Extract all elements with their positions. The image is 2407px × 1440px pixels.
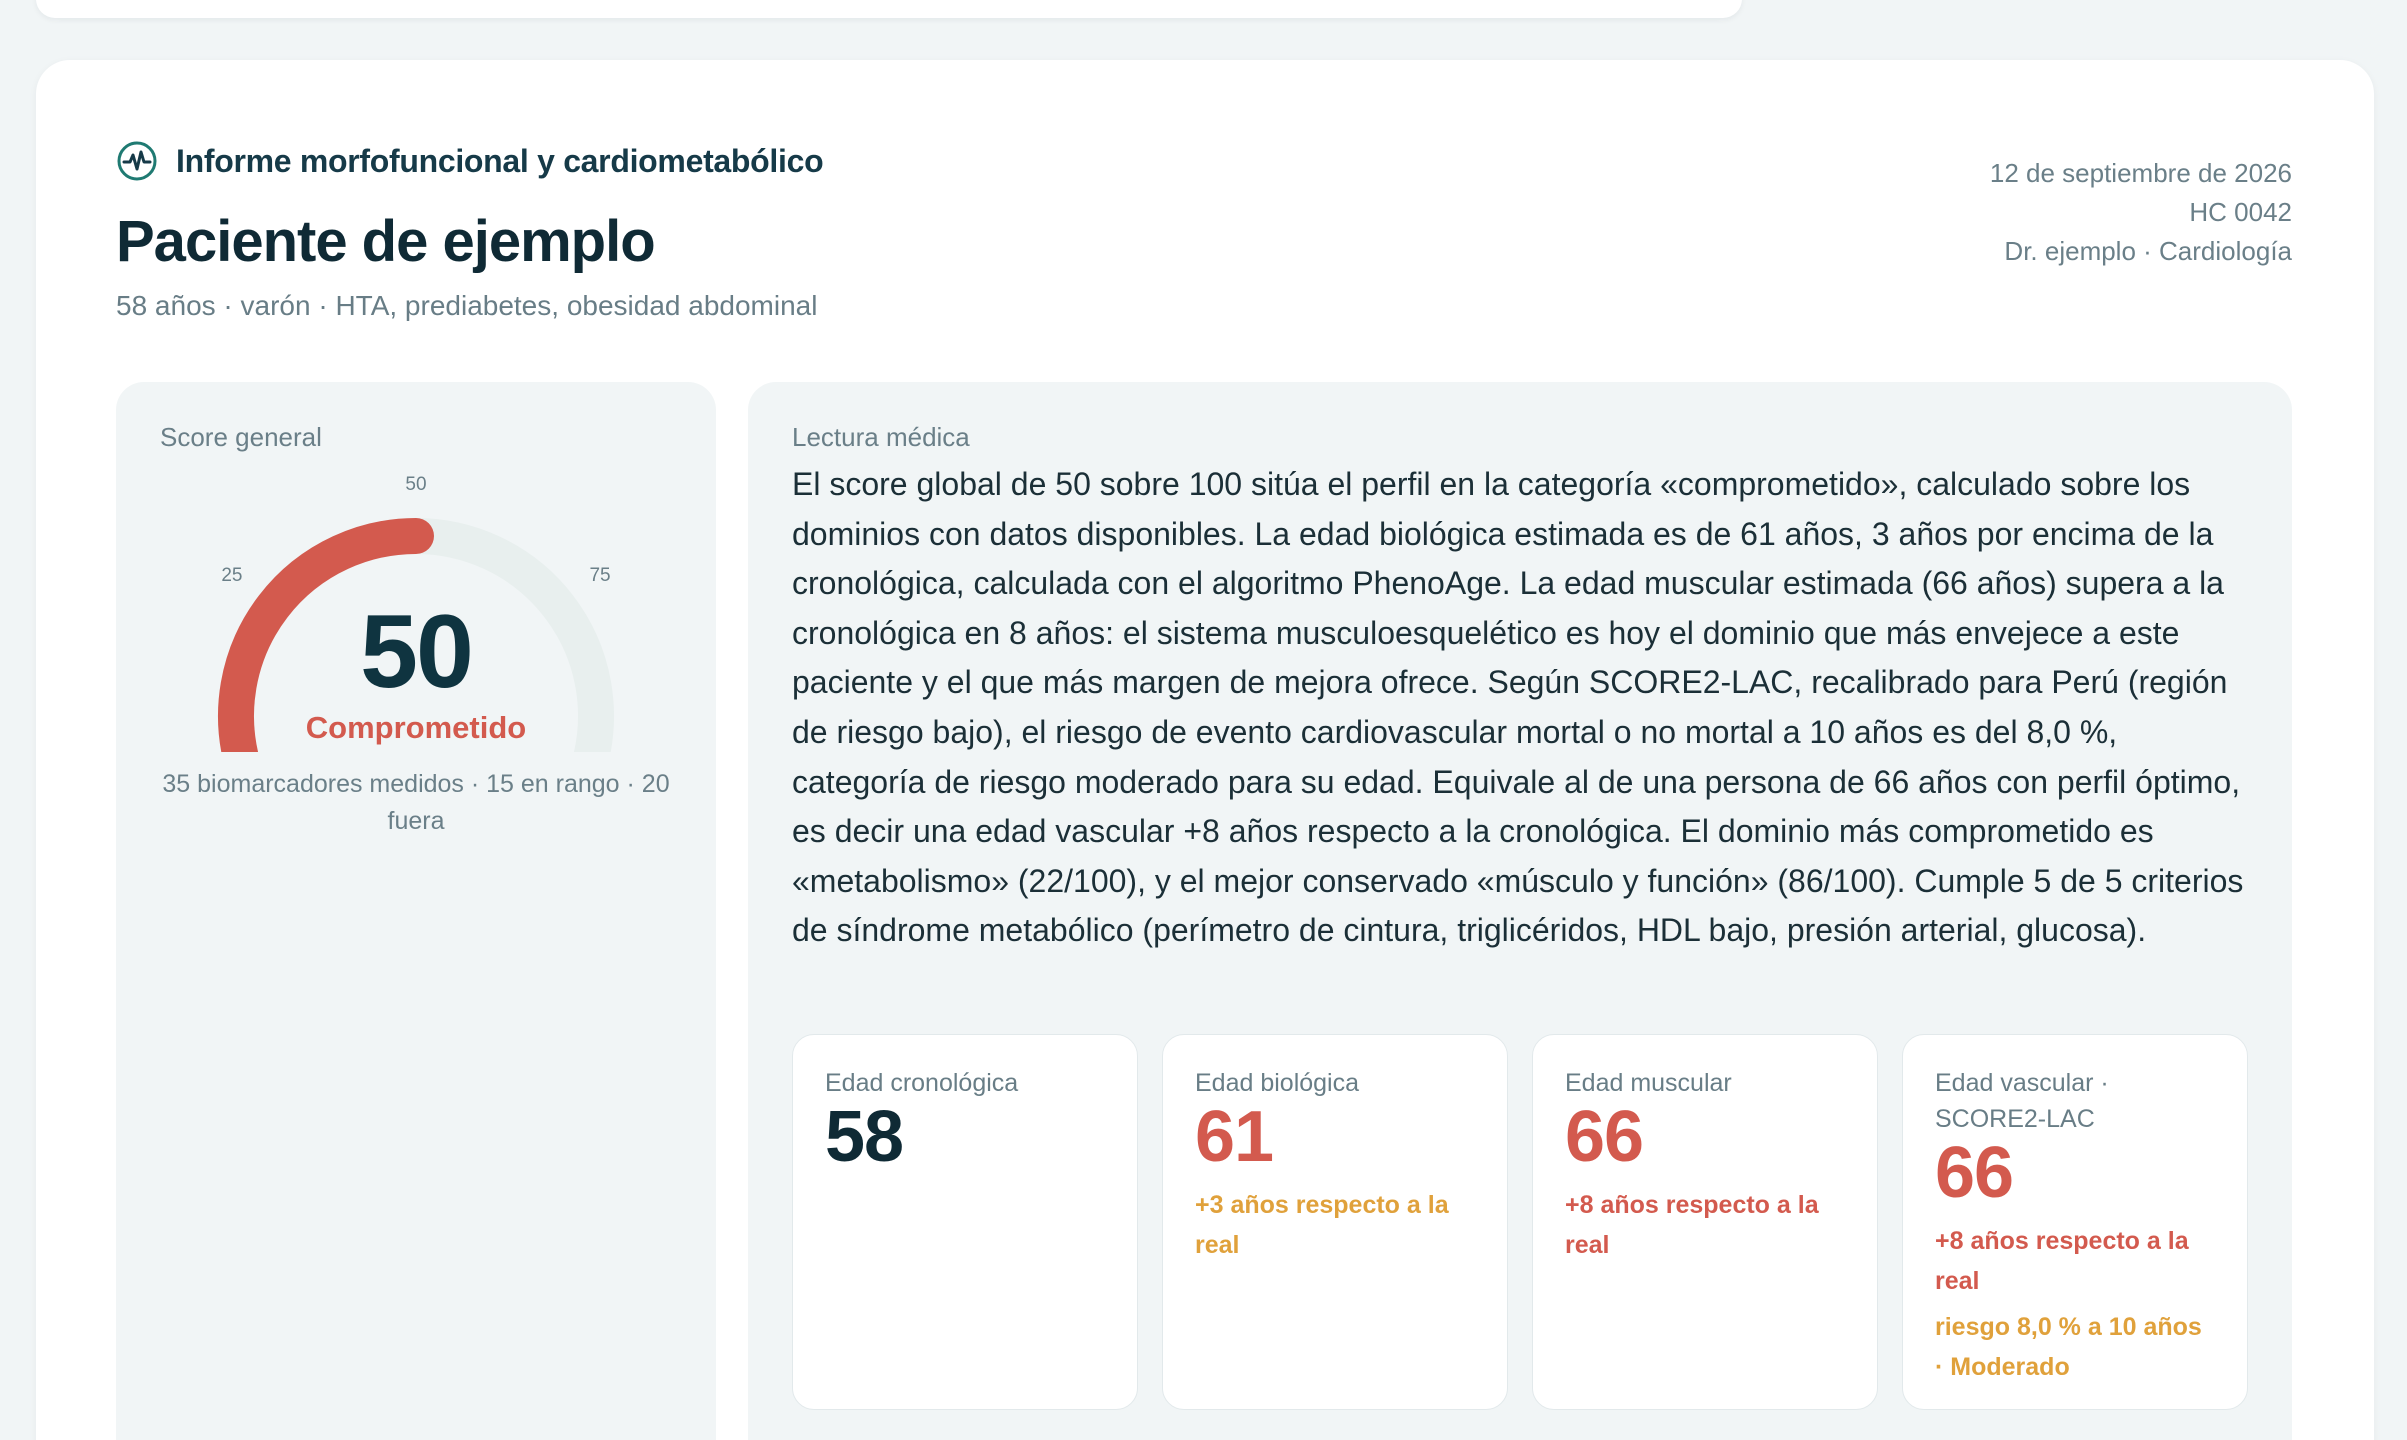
reading-text: El score global de 50 sobre 100 sitúa el… — [792, 466, 2244, 949]
age-card-vascular: Edad vascular · SCORE2-LAC 66 +8 años re… — [1902, 1034, 2248, 1410]
medical-reading-panel: Lectura médica El score global de 50 sob… — [748, 382, 2292, 1440]
document-info: 12 de septiembre de 2026 HC 0042 Dr. eje… — [1990, 154, 2292, 271]
report-title: Informe morfofuncional y cardiometabólic… — [176, 142, 824, 179]
age-card-chronological: Edad cronológica 58 — [792, 1034, 1138, 1410]
report-kicker: Informe morfofuncional y cardiometabólic… — [116, 140, 824, 182]
age-card-delta: +8 años respecto a la real — [1565, 1191, 1819, 1259]
doctor-name: Dr. ejemplo · Cardiología — [2004, 236, 2292, 266]
gauge-tick-label: 50 — [405, 474, 426, 495]
age-card-label: Edad muscular — [1565, 1069, 1732, 1097]
age-card-value: 66 — [1935, 1133, 2014, 1213]
patient-name: Paciente de ejemplo — [116, 209, 656, 274]
age-card-label: Edad vascular · SCORE2-LAC — [1935, 1069, 2109, 1133]
age-cards: Edad cronológica 58 Edad biológica 61 +3… — [792, 1034, 2248, 1410]
score-label: Score general — [160, 422, 322, 452]
previous-card — [36, 0, 1742, 18]
age-card-value: 66 — [1565, 1097, 1644, 1177]
heart-pulse-icon — [117, 141, 157, 181]
score-value: 50 — [360, 594, 474, 710]
score-category: Comprometido — [305, 710, 527, 745]
record-number: HC 0042 — [2189, 197, 2292, 227]
age-card-label: Edad biológica — [1195, 1069, 1360, 1097]
age-card-value: 61 — [1195, 1097, 1274, 1177]
age-card-biological: Edad biológica 61 +3 años respecto a la … — [1162, 1034, 1508, 1410]
biomarker-summary: 35 biomarcadores medidos · 15 en rango ·… — [162, 770, 670, 835]
age-card-delta: +8 años respecto a la real — [1935, 1227, 2189, 1295]
age-card-label: Edad cronológica — [825, 1069, 1019, 1097]
age-card-risk: riesgo 8,0 % a 10 años · Moderado — [1935, 1313, 2202, 1381]
age-card-delta: +3 años respecto a la real — [1195, 1191, 1449, 1259]
gauge-tick-label: 25 — [221, 565, 242, 586]
score-panel: Score general 0255075100 50 Comprometido… — [116, 382, 716, 1440]
gauge-tick-label: 75 — [589, 565, 610, 586]
patient-meta: 58 años · varón · HTA, prediabetes, obes… — [116, 290, 818, 321]
age-card-value: 58 — [825, 1097, 904, 1177]
report-date: 12 de septiembre de 2026 — [1989, 158, 2292, 188]
reading-label: Lectura médica — [792, 422, 970, 452]
age-card-muscular: Edad muscular 66 +8 años respecto a la r… — [1532, 1034, 1878, 1410]
